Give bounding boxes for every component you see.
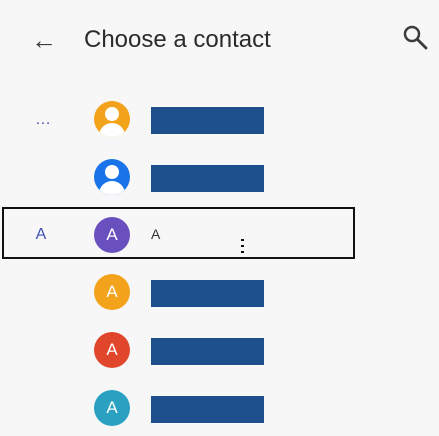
avatar: A: [94, 274, 130, 310]
contact-row[interactable]: …: [0, 92, 439, 147]
section-index: …: [35, 111, 51, 128]
avatar-letter: A: [106, 282, 118, 301]
contact-name-redacted: [151, 280, 264, 307]
contact-row-selected[interactable]: A A A: [0, 207, 439, 262]
contact-list: … A A A A A A: [0, 0, 439, 434]
contact-name-redacted: [151, 338, 264, 365]
contact-name-redacted: [151, 107, 264, 134]
section-index: [28, 381, 58, 436]
person-icon: [105, 107, 119, 121]
section-index: [28, 150, 58, 205]
section-index: [28, 265, 58, 320]
avatar: [94, 159, 130, 195]
section-index: A: [35, 226, 47, 243]
section-index: [28, 323, 58, 378]
avatar: A: [94, 217, 130, 253]
contact-row[interactable]: A: [0, 265, 439, 320]
person-icon: [105, 165, 119, 179]
avatar: A: [94, 332, 130, 368]
contact-name-redacted: [151, 396, 264, 423]
contact-name-redacted: [151, 165, 264, 192]
scroll-indicator: [241, 239, 244, 253]
avatar-letter: A: [106, 225, 118, 244]
avatar: A: [94, 390, 130, 426]
contact-row[interactable]: [0, 150, 439, 205]
contact-row[interactable]: A: [0, 323, 439, 378]
contact-name: A: [151, 226, 161, 242]
contact-row[interactable]: A: [0, 381, 439, 436]
avatar: [94, 101, 130, 137]
avatar-letter: A: [106, 340, 118, 359]
avatar-letter: A: [106, 398, 118, 417]
